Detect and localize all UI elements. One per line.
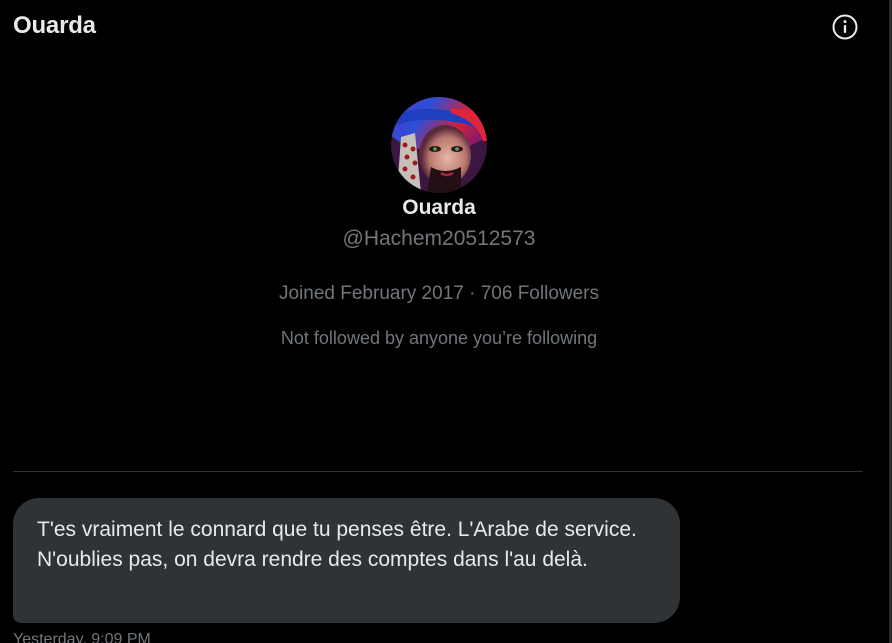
profile-avatar[interactable] bbox=[391, 97, 487, 193]
avatar-image bbox=[391, 97, 487, 193]
follow-note: Not followed by anyone you’re following bbox=[280, 328, 598, 348]
joined-date: Joined February 2017 bbox=[278, 283, 464, 304]
meta-separator: · bbox=[469, 283, 476, 304]
divider bbox=[13, 471, 863, 472]
conversation-title: Ouarda bbox=[13, 12, 96, 39]
message-bubble[interactable]: T'es vraiment le connard que tu penses ê… bbox=[13, 498, 680, 623]
profile-name[interactable]: Ouarda bbox=[0, 196, 878, 220]
info-circle-icon bbox=[832, 14, 858, 40]
profile-handle: @Hachem20512573 bbox=[342, 227, 536, 250]
followers-count[interactable]: 706 Followers bbox=[481, 283, 599, 304]
profile-meta: Joined February 2017 · 706 Followers bbox=[0, 283, 878, 305]
conversation-info-button[interactable] bbox=[829, 11, 861, 43]
message-timestamp: Yesterday, 9:09 PM bbox=[13, 631, 151, 643]
